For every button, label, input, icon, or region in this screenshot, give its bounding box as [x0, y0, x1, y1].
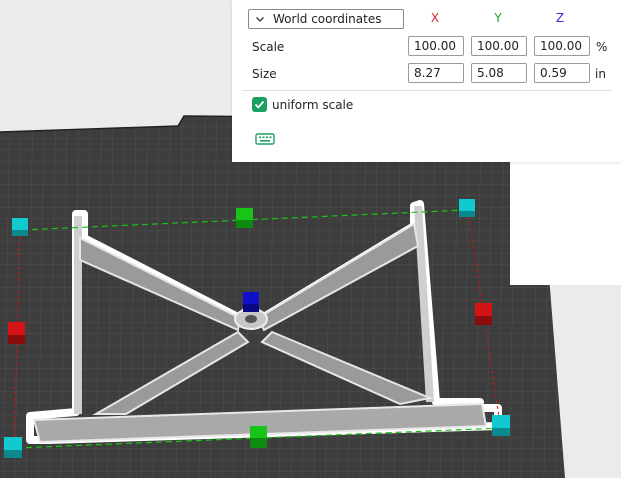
chevron-down-icon	[256, 17, 264, 22]
corner-handle-bottom-right[interactable]	[492, 415, 510, 436]
scale-label: Scale	[252, 40, 285, 54]
scale-tool-panel: World coordinates X Y Z Scale % Size in …	[232, 0, 621, 162]
corner-handle-top-right[interactable]	[459, 199, 475, 217]
size-unit: in	[595, 67, 606, 81]
checkmark-icon	[254, 100, 265, 109]
y-scale-handle-front[interactable]	[250, 426, 267, 448]
size-x-input[interactable]	[408, 63, 464, 83]
coordinate-system-dropdown[interactable]: World coordinates	[248, 9, 404, 29]
coordinate-system-value: World coordinates	[273, 12, 382, 26]
panel-shadow	[510, 145, 621, 285]
x-scale-handle-right[interactable]	[475, 303, 492, 325]
keyboard-icon	[255, 133, 275, 145]
size-label: Size	[252, 67, 277, 81]
corner-handle-top-left[interactable]	[12, 218, 28, 236]
panel-divider	[242, 90, 612, 91]
scale-y-input[interactable]	[471, 36, 527, 56]
uniform-scale-label: uniform scale	[272, 98, 354, 112]
y-scale-handle-back[interactable]	[236, 208, 253, 228]
uniform-scale-checkbox[interactable]	[252, 97, 267, 112]
x-scale-handle-left[interactable]	[8, 322, 25, 344]
size-y-input[interactable]	[471, 63, 527, 83]
keyboard-shortcuts-button[interactable]	[255, 131, 275, 150]
z-scale-handle[interactable]	[243, 292, 259, 312]
size-z-input[interactable]	[534, 63, 590, 83]
scale-z-input[interactable]	[534, 36, 590, 56]
scale-unit: %	[596, 40, 608, 54]
axis-header-z: Z	[555, 11, 565, 25]
scale-x-input[interactable]	[408, 36, 464, 56]
axis-header-x: X	[430, 11, 440, 25]
corner-handle-bottom-left[interactable]	[4, 437, 22, 458]
axis-header-y: Y	[494, 11, 502, 25]
